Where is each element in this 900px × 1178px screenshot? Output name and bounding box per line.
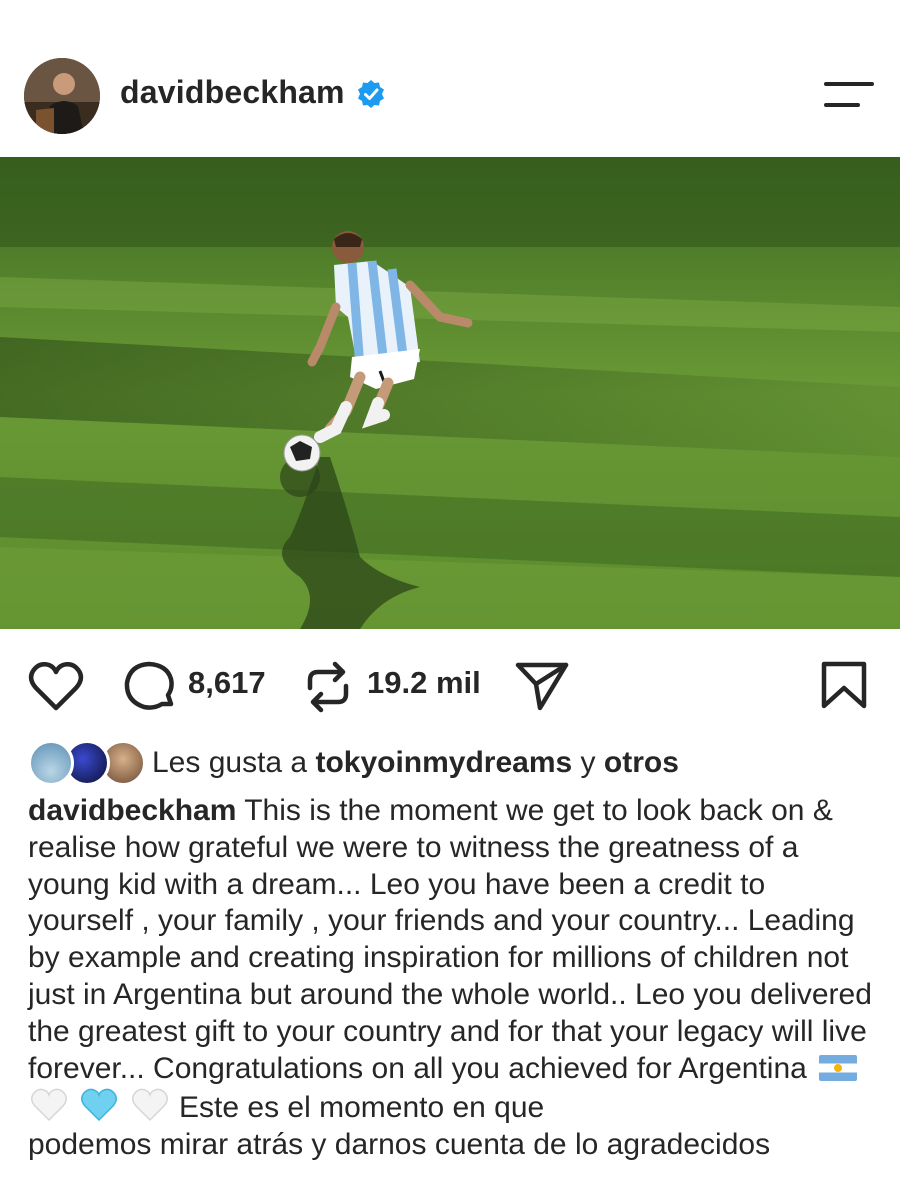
- caption-username[interactable]: davidbeckham: [28, 794, 236, 827]
- repost-icon[interactable]: [302, 660, 354, 714]
- football-pitch-illustration: [0, 157, 900, 629]
- caption-text: This is the moment we get to look back o…: [28, 794, 872, 1085]
- likers-avatars: [28, 740, 148, 788]
- white-heart-icon: [31, 1089, 67, 1122]
- comment-icon[interactable]: [122, 661, 176, 713]
- username[interactable]: davidbeckham: [120, 74, 345, 111]
- caption-cut-off-line: podemos mirar atrás y darnos cuenta de l…: [28, 1128, 771, 1162]
- post-image[interactable]: [0, 157, 900, 629]
- caption-spanish-text: Este es el momento en que: [170, 1091, 545, 1125]
- save-bookmark-icon[interactable]: [820, 660, 868, 710]
- likes-summary[interactable]: Les gusta a tokyoinmydreams y otros: [28, 740, 888, 790]
- share-send-icon[interactable]: [514, 660, 570, 712]
- likes-prefix: Les gusta a: [152, 746, 316, 779]
- verified-badge-icon: [358, 80, 384, 108]
- likes-text: Les gusta a tokyoinmydreams y otros: [152, 746, 679, 780]
- light-blue-heart-icon: [81, 1089, 118, 1122]
- reposts-count[interactable]: 19.2 mil: [367, 665, 481, 701]
- menu-icon[interactable]: [822, 80, 876, 110]
- likes-others-link[interactable]: otros: [604, 746, 679, 779]
- white-heart-icon: [131, 1089, 168, 1122]
- profile-avatar[interactable]: [24, 58, 100, 134]
- argentina-flag-icon: [819, 1054, 858, 1081]
- liker-avatar: [28, 740, 74, 786]
- post-header: davidbeckham: [0, 0, 900, 157]
- comments-count[interactable]: 8,617: [188, 665, 266, 701]
- like-heart-icon[interactable]: [28, 662, 84, 712]
- soccer-ball: [283, 434, 321, 472]
- liker-username[interactable]: tokyoinmydreams: [315, 746, 572, 779]
- post-caption: davidbeckham This is the moment we get t…: [28, 793, 878, 1164]
- likes-middle: y: [572, 746, 604, 779]
